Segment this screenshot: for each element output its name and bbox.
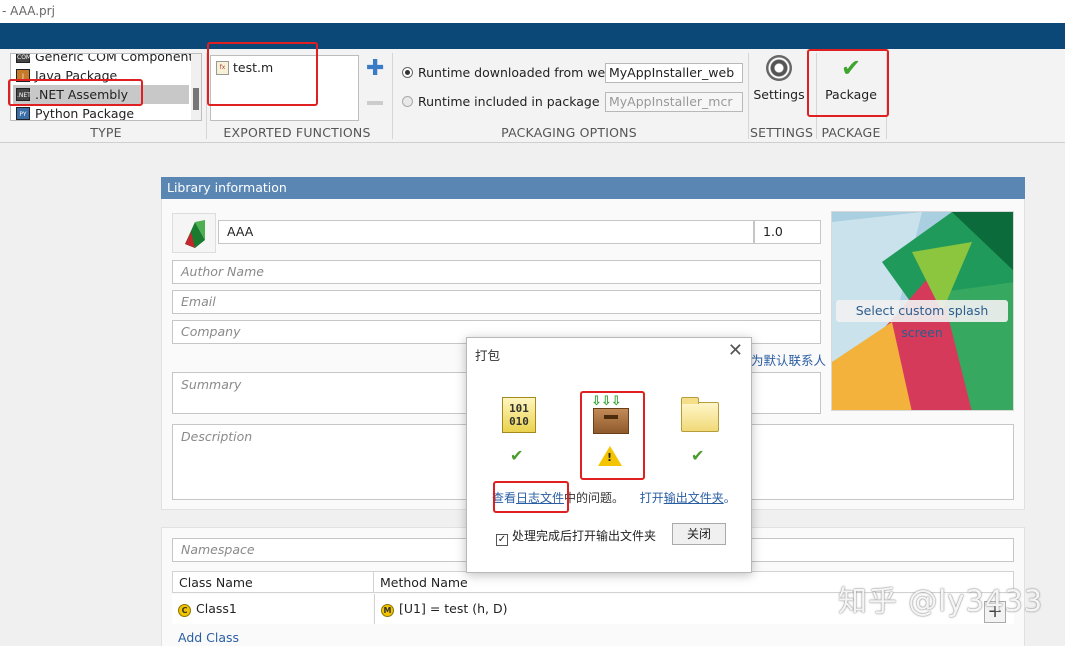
- library-name-input[interactable]: AAA: [218, 220, 754, 244]
- runtime-web-option[interactable]: Runtime downloaded from web: [402, 65, 613, 80]
- exported-section-label: EXPORTED FUNCTIONS: [223, 125, 371, 140]
- highlight-box: [807, 49, 889, 117]
- open-output-checkbox[interactable]: ✓ 处理完成后打开输出文件夹: [496, 527, 656, 546]
- library-logo[interactable]: [172, 213, 216, 253]
- packaging-section-label: PACKAGING OPTIONS: [501, 125, 637, 140]
- window-title: - AAA.prj: [0, 0, 1065, 23]
- checkbox-checked-icon[interactable]: ✓: [496, 534, 508, 546]
- mcr-installer-input[interactable]: MyAppInstaller_mcr: [605, 92, 743, 112]
- class-name-header: Class Name: [172, 571, 374, 593]
- class-row[interactable]: C Class1: [172, 594, 373, 624]
- folder-icon: [681, 397, 719, 432]
- close-icon[interactable]: ✕: [728, 340, 743, 361]
- web-installer-input[interactable]: MyAppInstaller_web: [605, 63, 743, 83]
- author-input[interactable]: Author Name: [172, 260, 821, 284]
- matlab-logo-icon: [185, 220, 205, 248]
- add-function-button[interactable]: ✚: [366, 58, 384, 80]
- runtime-package-option[interactable]: Runtime included in package: [402, 94, 600, 109]
- type-item-python[interactable]: PY Python Package: [13, 104, 189, 120]
- package-section-label: PACKAGE: [821, 125, 881, 140]
- add-class-link[interactable]: Add Class: [178, 630, 239, 645]
- com-icon: COM: [16, 54, 31, 63]
- settings-button[interactable]: Settings: [752, 55, 806, 102]
- highlight-box: [207, 42, 318, 106]
- divider: [748, 53, 749, 139]
- output-folder-link[interactable]: 输出文件夹: [664, 491, 724, 505]
- radio-mcr[interactable]: [402, 96, 413, 107]
- settings-section-label: SETTINGS: [750, 125, 814, 140]
- class-icon: C: [178, 604, 191, 617]
- divider: [392, 53, 393, 139]
- type-section-label: TYPE: [90, 125, 122, 140]
- splash-screen-label[interactable]: Select custom splash screen: [836, 300, 1008, 340]
- checkmark-icon: ✔: [510, 446, 524, 465]
- version-input[interactable]: 1.0: [754, 220, 821, 244]
- set-default-contact-link[interactable]: 为默认联系人: [751, 350, 826, 369]
- highlight-box: [493, 481, 569, 513]
- highlight-box: [580, 391, 645, 480]
- library-header: Library information: [161, 177, 1025, 199]
- highlight-box: [8, 79, 143, 106]
- dialog-title: 打包: [475, 348, 501, 363]
- watermark: 知乎 @ly3433: [838, 584, 1044, 618]
- checkmark-icon: ✔: [691, 446, 705, 465]
- toolstrip: COM Generic COM Component J Java Package…: [0, 49, 1065, 143]
- type-scrollbar[interactable]: [191, 54, 201, 120]
- remove-function-button[interactable]: [367, 101, 383, 105]
- binary-file-icon: 101 010: [502, 397, 536, 433]
- python-icon: PY: [16, 107, 30, 120]
- email-input[interactable]: Email: [172, 290, 821, 314]
- gear-icon: [766, 55, 792, 81]
- radio-web[interactable]: [402, 67, 413, 78]
- method-icon: M: [381, 604, 394, 617]
- title-band: [0, 23, 1065, 49]
- type-item-com[interactable]: COM Generic COM Component: [13, 54, 193, 66]
- close-button[interactable]: 关闭: [672, 523, 726, 545]
